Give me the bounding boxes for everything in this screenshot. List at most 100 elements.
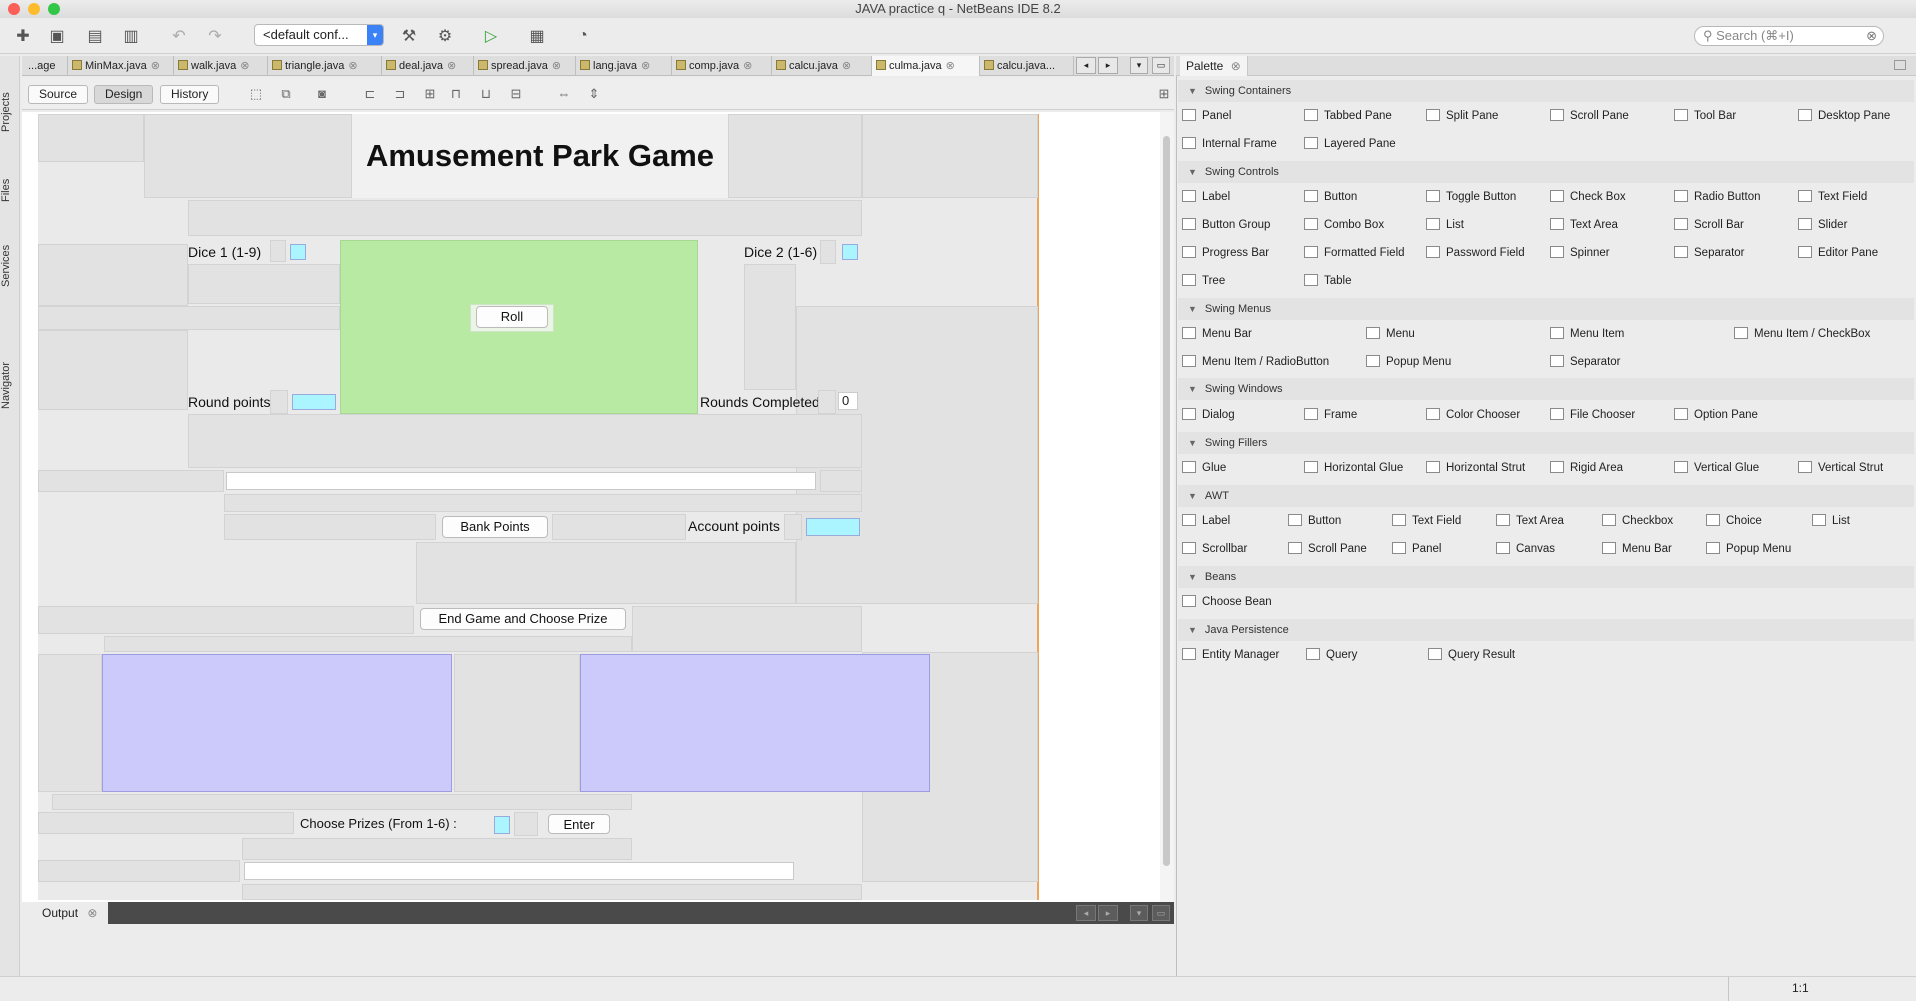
palette-item[interactable]: Check Box xyxy=(1550,187,1626,207)
source-mode-button[interactable]: Source xyxy=(28,85,89,104)
palette-category[interactable]: ▼ Swing Windows xyxy=(1178,378,1914,400)
editor-tab[interactable]: calcu.java... xyxy=(980,56,1074,76)
palette-item[interactable]: Frame xyxy=(1304,405,1357,425)
palette-item[interactable]: Checkbox xyxy=(1602,511,1673,531)
palette-item[interactable]: Menu Item xyxy=(1550,324,1624,344)
palette-item[interactable]: Menu xyxy=(1366,324,1415,344)
palette-item[interactable]: Canvas xyxy=(1496,539,1555,559)
editor-tab-active[interactable]: culma.java ⊗ xyxy=(872,56,980,76)
scrollbar-thumb[interactable] xyxy=(1163,136,1170,866)
dice1-field[interactable] xyxy=(290,244,306,260)
palette-item[interactable]: Panel xyxy=(1182,106,1231,126)
change-vertical-resizability-icon[interactable]: ⇕ xyxy=(586,86,602,102)
connection-mode-icon[interactable]: ⧉ xyxy=(278,86,294,102)
palette-item[interactable]: List xyxy=(1812,511,1850,531)
preview-design-icon[interactable]: ◙ xyxy=(314,86,330,102)
palette-item[interactable]: Editor Pane xyxy=(1798,243,1878,263)
palette-item[interactable]: Label xyxy=(1182,511,1230,531)
editor-tab[interactable]: spread.java ⊗ xyxy=(474,56,576,76)
palette-category[interactable]: ▼ Swing Containers xyxy=(1178,80,1914,102)
palette-item[interactable]: Split Pane xyxy=(1426,106,1498,126)
palette-item[interactable]: Glue xyxy=(1182,458,1226,478)
editor-tab[interactable]: MinMax.java ⊗ xyxy=(68,56,174,76)
palette-item[interactable]: Popup Menu xyxy=(1366,352,1451,372)
build-icon[interactable]: ⚒ xyxy=(396,24,422,48)
design-mode-button[interactable]: Design xyxy=(94,85,154,104)
palette-item[interactable]: Option Pane xyxy=(1674,405,1758,425)
history-mode-button[interactable]: History xyxy=(160,85,220,104)
dice2-field[interactable] xyxy=(842,244,858,260)
palette-item[interactable]: Slider xyxy=(1798,215,1847,235)
roll-button[interactable]: Roll xyxy=(476,306,548,328)
editor-tab[interactable]: calcu.java ⊗ xyxy=(772,56,872,76)
palette-item[interactable]: Password Field xyxy=(1426,243,1525,263)
palette-item[interactable]: Popup Menu xyxy=(1706,539,1791,559)
scroll-tabs-right-icon[interactable]: ▸ xyxy=(1098,905,1118,921)
account-points-field[interactable] xyxy=(806,518,860,536)
minimize-window-button[interactable] xyxy=(28,3,40,15)
palette-item[interactable]: Menu Bar xyxy=(1602,539,1672,559)
debug-icon[interactable]: ▦ xyxy=(524,24,550,48)
palette-item[interactable]: Button xyxy=(1288,511,1341,531)
palette-category[interactable]: ▼ Swing Fillers xyxy=(1178,432,1914,454)
save-all-icon[interactable]: ▥ xyxy=(118,24,144,48)
side-tab-navigator[interactable]: Navigator xyxy=(0,352,20,418)
undo-icon[interactable]: ↶ xyxy=(166,24,192,48)
editor-tab[interactable]: deal.java ⊗ xyxy=(382,56,474,76)
palette-item[interactable]: Tree xyxy=(1182,271,1225,291)
new-project-icon[interactable]: ▣ xyxy=(44,24,70,48)
palette-item[interactable]: Dialog xyxy=(1182,405,1235,425)
palette-item[interactable]: Scroll Pane xyxy=(1288,539,1367,559)
align-left-icon[interactable]: ⊏ xyxy=(362,86,378,102)
close-icon[interactable]: ⊗ xyxy=(552,60,561,72)
side-tab-files[interactable]: Files xyxy=(0,168,20,212)
palette-item[interactable]: Text Area xyxy=(1496,511,1564,531)
palette-item[interactable]: Table xyxy=(1304,271,1352,291)
palette-item[interactable]: Menu Bar xyxy=(1182,324,1252,344)
scroll-tabs-left-icon[interactable]: ◂ xyxy=(1076,57,1096,74)
palette-item[interactable]: Menu Item / RadioButton xyxy=(1182,352,1329,372)
palette-item[interactable]: Radio Button xyxy=(1674,187,1761,207)
palette-item[interactable]: List xyxy=(1426,215,1464,235)
palette-category[interactable]: ▼ AWT xyxy=(1178,485,1914,507)
message-text-field[interactable] xyxy=(226,472,816,490)
canvas-scrollbar[interactable] xyxy=(1160,112,1174,902)
clean-build-icon[interactable]: ⚙ xyxy=(432,24,458,48)
palette-category[interactable]: ▼ Java Persistence xyxy=(1178,619,1914,641)
center-horizontally-icon[interactable]: ⊞ xyxy=(422,86,438,102)
palette-item[interactable]: Layered Pane xyxy=(1304,134,1396,154)
palette-item[interactable]: Entity Manager xyxy=(1182,645,1279,665)
editor-tab[interactable]: comp.java ⊗ xyxy=(672,56,772,76)
close-icon[interactable]: ⊗ xyxy=(743,60,752,72)
editor-tab[interactable]: lang.java ⊗ xyxy=(576,56,672,76)
close-icon[interactable]: ⊗ xyxy=(1231,59,1241,73)
close-window-button[interactable] xyxy=(8,3,20,15)
palette-item[interactable]: Separator xyxy=(1550,352,1621,372)
palette-item[interactable]: Tool Bar xyxy=(1674,106,1736,126)
palette-item[interactable]: Desktop Pane xyxy=(1798,106,1890,126)
palette-item[interactable]: Separator xyxy=(1674,243,1745,263)
minimize-panel-icon[interactable] xyxy=(1894,60,1906,70)
palette-item[interactable]: Formatted Field xyxy=(1304,243,1405,263)
palette-tab[interactable]: Palette ⊗ xyxy=(1180,56,1248,76)
palette-item[interactable]: Text Field xyxy=(1798,187,1867,207)
palette-item[interactable]: Vertical Glue xyxy=(1674,458,1759,478)
palette-item[interactable]: Vertical Strut xyxy=(1798,458,1883,478)
editor-tab[interactable]: triangle.java ⊗ xyxy=(268,56,382,76)
align-bottom-icon[interactable]: ⊔ xyxy=(478,86,494,102)
close-icon[interactable]: ⊗ xyxy=(151,60,160,72)
palette-item[interactable]: Menu Item / CheckBox xyxy=(1734,324,1870,344)
palette-category[interactable]: ▼ Swing Menus xyxy=(1178,298,1914,320)
palette-item[interactable]: Text Field xyxy=(1392,511,1461,531)
side-tab-services[interactable]: Services xyxy=(0,236,20,296)
prize-choice-field[interactable] xyxy=(494,816,510,834)
config-select[interactable]: <default conf... ▾ xyxy=(254,24,384,46)
align-right-icon[interactable]: ⊐ xyxy=(392,86,408,102)
palette-item[interactable]: Horizontal Strut xyxy=(1426,458,1525,478)
bank-points-button[interactable]: Bank Points xyxy=(442,516,548,538)
zoom-window-button[interactable] xyxy=(48,3,60,15)
redo-icon[interactable]: ↷ xyxy=(202,24,228,48)
close-icon[interactable]: ⊗ xyxy=(87,906,97,920)
palette-item[interactable]: Scroll Pane xyxy=(1550,106,1629,126)
clear-search-icon[interactable]: ⊗ xyxy=(1866,27,1877,45)
